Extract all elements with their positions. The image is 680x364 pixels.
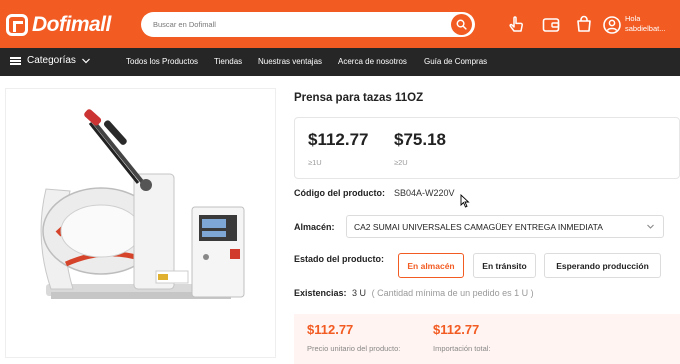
search-button[interactable] [451, 14, 472, 35]
product-code-label: Código del producto: [294, 188, 385, 198]
account-greeting[interactable]: Hola sabdielbat... [625, 14, 665, 34]
product-status-label: Estado del producto: [294, 254, 384, 264]
unit-price: $112.77 [307, 322, 354, 337]
hamburger-icon [10, 56, 21, 65]
account-button[interactable] [601, 14, 623, 36]
logo[interactable]: Dofimall [6, 12, 111, 38]
price-tier-1: $112.77 [308, 130, 369, 149]
product-title: Prensa para tazas 11OZ [294, 92, 424, 104]
nav-advantages[interactable]: Nuestras ventajas [258, 57, 322, 66]
stock-note: ( Cantidad mínima de un pedido es 1 U ) [371, 288, 534, 298]
hand-pointer-button[interactable] [506, 14, 528, 36]
stock-label: Existencias: [294, 288, 347, 298]
categories-menu[interactable]: Categorías [10, 55, 91, 66]
stock-value: 3 U [352, 288, 367, 298]
nav-all-products[interactable]: Todos los Productos [126, 57, 198, 66]
categories-label: Categorías [27, 55, 76, 66]
mouse-cursor-icon [460, 194, 470, 208]
nav-about-us[interactable]: Acerca de nosotros [338, 57, 407, 66]
import-total: $112.77 [433, 322, 480, 337]
unit-price-label: Precio unitario del producto: [307, 344, 401, 353]
search-icon [456, 19, 467, 30]
logo-icon [6, 14, 28, 36]
hand-pointer-icon [509, 16, 523, 32]
chevron-down-icon [647, 224, 654, 229]
warehouse-selected-value: CA2 SUMAI UNIVERSALES CAMAGÜEY ENTREGA I… [354, 222, 603, 232]
greeting-hello: Hola [625, 14, 641, 23]
top-header: Dofimall Hola [0, 0, 680, 48]
price-tier-2-qty: ≥2U [394, 158, 408, 167]
cart-icon [577, 15, 591, 32]
mug-press-illustration [40, 109, 245, 299]
wallet-icon [542, 18, 560, 32]
warehouse-label: Almacén: [294, 222, 335, 232]
greeting-username: sabdielbat... [625, 24, 666, 33]
wallet-button[interactable] [540, 14, 562, 36]
product-code-value: SB04A-W220V [394, 188, 455, 198]
chevron-down-icon [81, 58, 90, 63]
product-image[interactable] [5, 88, 276, 358]
price-tier-1-qty: ≥1U [308, 158, 322, 167]
stock-row: Existencias: 3 U ( Cantidad mínima de un… [294, 288, 534, 298]
nav-stores[interactable]: Tiendas [214, 57, 242, 66]
price-tier-2: $75.18 [394, 130, 446, 149]
warehouse-select[interactable]: CA2 SUMAI UNIVERSALES CAMAGÜEY ENTREGA I… [346, 215, 664, 238]
price-card: $112.77 ≥1U $75.18 ≥2U [294, 117, 680, 179]
total-summary: $112.77 Precio unitario del producto: $1… [294, 314, 680, 364]
search-bar [141, 12, 475, 37]
nav-shopping-guide[interactable]: Guía de Compras [424, 57, 487, 66]
search-input[interactable] [153, 16, 443, 33]
main-nav: Categorías Todos los Productos Tiendas N… [0, 48, 680, 76]
import-total-label: Importación total: [433, 344, 491, 353]
logo-text: Dofimall [32, 13, 111, 36]
user-icon [603, 16, 621, 34]
cart-button[interactable] [573, 14, 595, 36]
status-in-transit-button[interactable]: En tránsito [473, 253, 536, 278]
status-in-warehouse-button[interactable]: En almacén [398, 253, 464, 278]
status-awaiting-production-button[interactable]: Esperando producción [544, 253, 661, 278]
